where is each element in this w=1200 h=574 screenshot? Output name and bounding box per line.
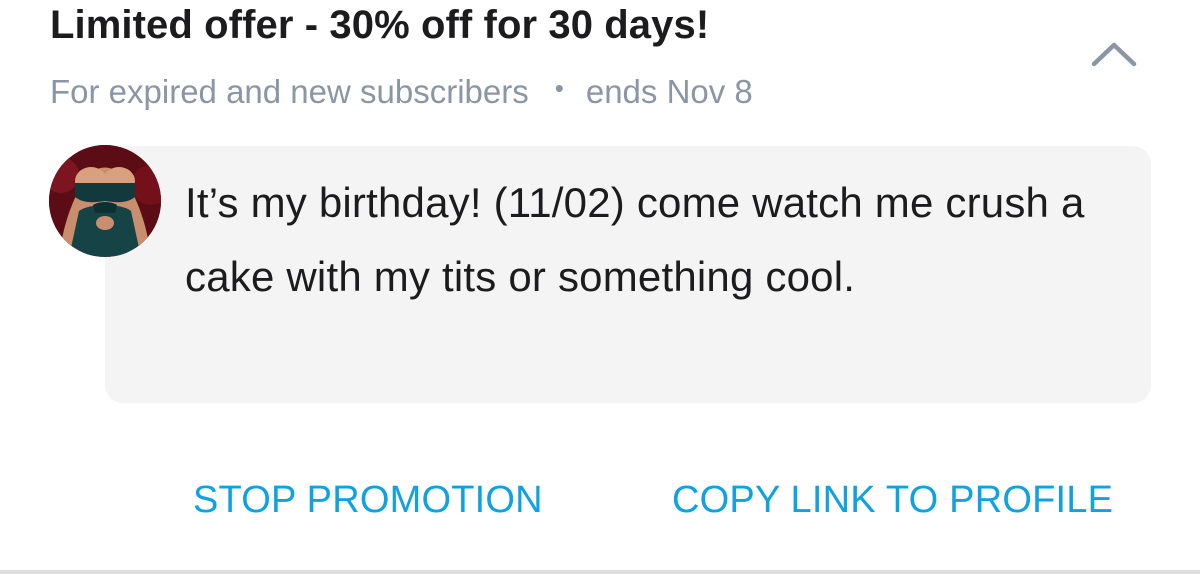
promo-message: It’s my birthday! (11/02) come watch me … [185, 179, 1085, 300]
promo-title: Limited offer - 30% off for 30 days! [50, 3, 710, 47]
separator-dot: • [554, 73, 564, 103]
collapse-button[interactable] [1082, 30, 1146, 78]
stop-promotion-button[interactable]: STOP PROMOTION [193, 472, 543, 528]
promo-end-date: ends Nov 8 [585, 73, 753, 110]
copy-link-button[interactable]: COPY LINK TO PROFILE [672, 472, 1113, 528]
promo-actions: STOP PROMOTION COPY LINK TO PROFILE [0, 472, 1200, 528]
avatar-image [49, 145, 161, 257]
chevron-up-icon [1091, 42, 1137, 67]
promo-subtitle: For expired and new subscribers • ends N… [50, 70, 753, 114]
divider [0, 570, 1200, 574]
promo-audience: For expired and new subscribers [50, 73, 529, 110]
avatar[interactable] [49, 145, 161, 257]
